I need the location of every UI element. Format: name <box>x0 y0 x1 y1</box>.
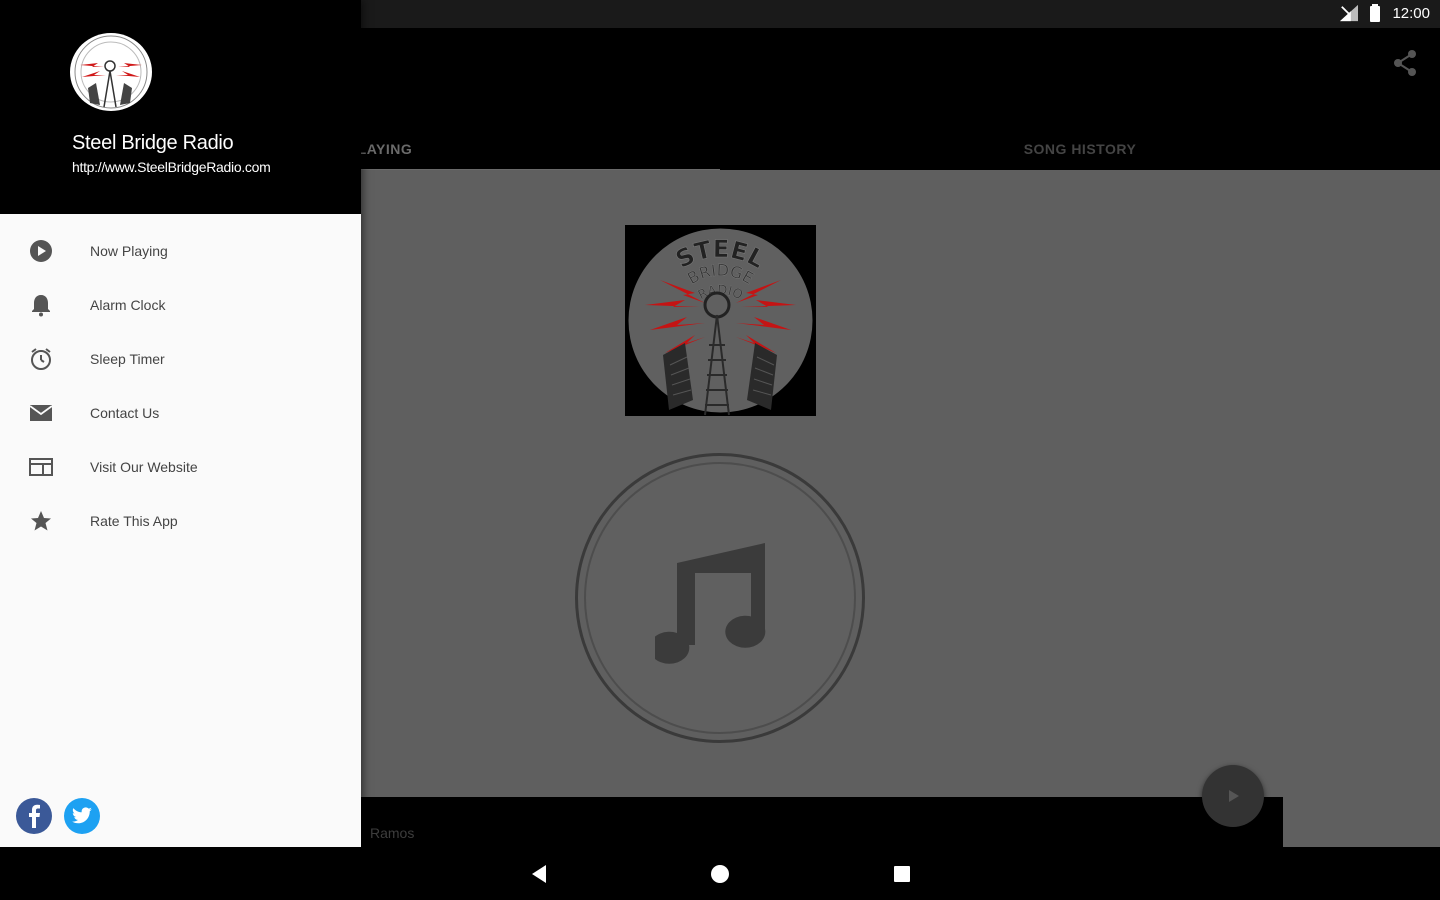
share-button[interactable] <box>1390 48 1420 78</box>
menu-label: Visit Our Website <box>90 459 198 475</box>
recents-icon <box>894 866 910 882</box>
star-icon <box>28 508 54 534</box>
share-icon <box>1394 50 1416 76</box>
menu-label: Alarm Clock <box>90 297 166 313</box>
tab-song-history-label: SONG HISTORY <box>1023 141 1137 157</box>
status-time: 12:00 <box>1392 4 1430 22</box>
tab-song-history[interactable]: SONG HISTORY <box>720 128 1440 170</box>
bell-icon <box>28 292 54 318</box>
twitter-button[interactable] <box>64 798 100 834</box>
artist-text: Ramos <box>370 825 415 841</box>
back-icon <box>532 865 546 883</box>
music-circle-inner <box>584 462 856 734</box>
menu-label: Rate This App <box>90 513 178 529</box>
music-note-icon <box>655 543 766 664</box>
battery-icon <box>1366 4 1384 22</box>
play-circle-icon <box>28 238 54 264</box>
menu-label: Sleep Timer <box>90 351 165 367</box>
station-logo-avatar <box>70 33 152 111</box>
twitter-icon <box>72 807 92 824</box>
album-art: STEEL BRIDGE RADIO <box>625 225 816 416</box>
home-button[interactable] <box>707 861 733 887</box>
menu-item-alarm-clock[interactable]: Alarm Clock <box>0 278 361 332</box>
station-logo-image: STEEL BRIDGE RADIO <box>628 228 813 416</box>
station-url[interactable]: http://www.SteelBridgeRadio.com <box>72 158 292 177</box>
menu-label: Now Playing <box>90 243 168 259</box>
navigation-drawer: Steel Bridge Radio http://www.SteelBridg… <box>0 0 361 847</box>
menu-item-rate-app[interactable]: Rate This App <box>0 494 361 548</box>
social-links <box>16 798 100 834</box>
menu-item-now-playing[interactable]: Now Playing <box>0 224 361 278</box>
station-name: Steel Bridge Radio <box>72 132 234 154</box>
menu-item-contact-us[interactable]: Contact Us <box>0 386 361 440</box>
drawer-header: Steel Bridge Radio http://www.SteelBridg… <box>0 0 361 214</box>
menu-item-sleep-timer[interactable]: Sleep Timer <box>0 332 361 386</box>
system-nav-bar <box>0 847 1440 900</box>
alarm-clock-icon <box>28 346 54 372</box>
recents-button[interactable] <box>889 861 915 887</box>
status-bar-right: 12:00 <box>1340 4 1430 22</box>
app-screen: 12:00 NOW PLAYING SONG HISTORY <box>0 0 1440 900</box>
mail-icon <box>28 400 54 426</box>
home-icon <box>711 865 729 883</box>
play-button[interactable] <box>1202 765 1264 827</box>
music-note-placeholder <box>575 453 865 743</box>
drawer-menu: Now Playing Alarm Clock Sleep Timer Cont… <box>0 224 361 548</box>
back-button[interactable] <box>526 861 552 887</box>
signal-icon <box>1340 4 1359 22</box>
play-icon <box>1229 790 1239 802</box>
facebook-button[interactable] <box>16 798 52 834</box>
web-icon <box>28 454 54 480</box>
menu-item-visit-website[interactable]: Visit Our Website <box>0 440 361 494</box>
menu-label: Contact Us <box>90 405 160 421</box>
facebook-icon <box>29 804 40 828</box>
